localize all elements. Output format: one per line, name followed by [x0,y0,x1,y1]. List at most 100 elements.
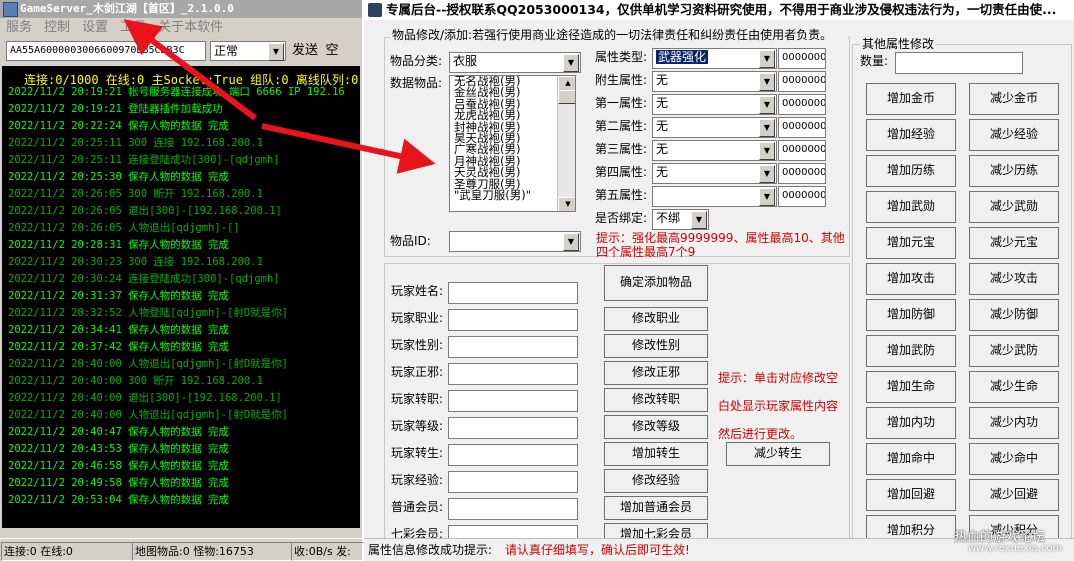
player-modify-button[interactable]: 修改职业 [604,307,708,331]
chevron-down-icon[interactable]: ▼ [759,188,775,206]
log-line: 2022/11/2 20:30:24 连接登陆成功[300]-[qdjgmh] [8,273,280,285]
add-attr-button[interactable]: 增加防御 [866,299,956,331]
confirm-add-item-button[interactable]: 确定添加物品 [604,265,708,301]
sub-attr-button[interactable]: 减少回避 [969,479,1059,511]
player-field-input[interactable] [448,498,578,520]
menu-control[interactable]: 控制 [38,18,76,38]
log-line: 2022/11/2 20:25:11 连接登陆成功[300]-[qdjgmh] [8,154,280,166]
player-field-label: 玩家姓名: [391,284,444,298]
sub-attr-button[interactable]: 减少防御 [969,299,1059,331]
chevron-down-icon[interactable]: ▼ [759,119,775,137]
add-attr-button[interactable]: 增加历练 [866,155,956,187]
quantity-input[interactable] [895,52,1023,74]
player-field-input[interactable] [448,471,578,493]
chevron-down-icon[interactable]: ▼ [759,73,775,91]
attr-select[interactable]: 无 ▼ [652,71,777,92]
menu-about[interactable]: 关于本软件 [152,18,229,38]
add-attr-button[interactable]: 增加内功 [866,407,956,439]
sub-attr-button[interactable]: 减少攻击 [969,263,1059,295]
sub-attr-button[interactable]: 减少生命 [969,371,1059,403]
category-select[interactable]: 衣服 ▼ [449,52,581,73]
scroll-down-icon[interactable]: ▼ [558,197,575,211]
sub-attr-button[interactable]: 减少内功 [969,407,1059,439]
attr-type-select[interactable]: 武器强化 ▼ [652,48,777,69]
player-modify-button[interactable]: 增加转生 [604,442,708,466]
attr-select[interactable]: 无 ▼ [652,94,777,115]
attr-number-input[interactable]: 0000000 [778,117,826,138]
chevron-down-icon[interactable]: ▼ [691,211,707,229]
attr-select[interactable]: ▼ [652,186,777,207]
command-input[interactable]: AA55A6000003006600970BB5CDB3C [6,41,206,61]
add-attr-button[interactable]: 增加攻击 [866,263,956,295]
send-button[interactable]: 发送 [290,40,320,62]
sub-attr-button[interactable]: 减少武勋 [969,191,1059,223]
attr-label: 第四属性: [595,165,648,179]
chevron-down-icon[interactable]: ▼ [759,50,775,68]
add-attr-button[interactable]: 增加武防 [866,335,956,367]
add-attr-button[interactable]: 增加回避 [866,479,956,511]
attr-number-input[interactable]: 0000000 [778,94,826,115]
sub-attr-button[interactable]: 减少命中 [969,443,1059,475]
watermark-url: www.rexuexia.com [968,543,1063,554]
chevron-down-icon[interactable]: ▼ [759,96,775,114]
add-attr-button[interactable]: 增加命中 [866,443,956,475]
sub-attr-button[interactable]: 减少历练 [969,155,1059,187]
player-field-input[interactable] [448,417,578,439]
chevron-down-icon[interactable]: ▼ [759,142,775,160]
chevron-down-icon[interactable]: ▼ [563,233,579,251]
sub-attr-button[interactable]: 减少经验 [969,119,1059,151]
app-icon [3,2,18,17]
log-line: 2022/11/2 20:19:21 帐号服务器连接成功 端口 6666 IP … [8,86,345,98]
add-attr-button[interactable]: 增加元宝 [866,227,956,259]
log-line: 2022/11/2 20:53:04 保存人物的数据 完成 [8,494,229,506]
player-modify-button[interactable]: 修改转职 [604,388,708,412]
add-attr-button[interactable]: 增加生命 [866,371,956,403]
status-message: 请认真仔细填写，确认后即可生效! [505,543,690,557]
sub-attr-button[interactable]: 减少元宝 [969,227,1059,259]
attr-type-label: 属性类型: [595,50,648,64]
player-modify-button[interactable]: 修改性别 [604,334,708,358]
item-listbox[interactable]: 无名战袍(男) 金丝战袍(男) 吕蚕战袍(男) 龙虎战袍(男) 封神战袍(男) 昊天战袍(… [449,75,576,212]
menu-settings[interactable]: 设置 [76,18,114,38]
attr-number-input[interactable]: 0000000 [778,163,826,184]
log-line: 2022/11/2 20:43:53 保存人物的数据 完成 [8,443,229,455]
player-modify-button[interactable]: 增加普通会员 [604,496,708,520]
player-field-input[interactable] [448,363,578,385]
add-attr-button[interactable]: 增加经验 [866,119,956,151]
menu-service[interactable]: 服务 [0,18,38,38]
reduce-rebirth-button[interactable]: 减少转生 [726,442,830,466]
player-modify-button[interactable]: 修改等级 [604,415,708,439]
category-label: 物品分类: [390,54,443,68]
add-attr-button[interactable]: 增加金币 [866,83,956,115]
admin-app-icon [368,3,382,17]
add-attr-button[interactable]: 增加武勋 [866,191,956,223]
scroll-thumb[interactable] [558,90,575,104]
attr-number-input[interactable]: 0000000 [778,186,826,207]
log-line: 2022/11/2 20:22:24 保存人物的数据 完成 [8,120,229,132]
attr-select[interactable]: 无 ▼ [652,163,777,184]
chevron-down-icon[interactable]: ▼ [268,43,284,61]
player-field-input[interactable] [448,309,578,331]
player-field-input[interactable] [448,444,578,466]
menu-tools[interactable]: 工具 [114,18,152,38]
item-id-select[interactable]: ▼ [449,231,581,252]
mode-select[interactable]: 正常 ▼ [210,41,286,61]
player-field-input[interactable] [448,336,578,358]
attr-number-input[interactable]: 0000000 [778,140,826,161]
chevron-down-icon[interactable]: ▼ [759,165,775,183]
list-scrollbar[interactable]: ▲ ▼ [557,76,575,211]
chevron-down-icon[interactable]: ▼ [563,54,579,72]
status-connections: 连接:0 在线:0 [1,542,133,561]
bind-select[interactable]: 不绑 ▼ [652,209,709,230]
space-button[interactable]: 空 [322,40,342,62]
attr-number-input[interactable]: 0000000 [778,71,826,92]
attr-select[interactable]: 无 ▼ [652,117,777,138]
player-field-input[interactable] [448,390,578,412]
player-field-input[interactable] [448,282,578,304]
sub-attr-button[interactable]: 减少武防 [969,335,1059,367]
sub-attr-button[interactable]: 减少金币 [969,83,1059,115]
player-modify-button[interactable]: 修改经验 [604,469,708,493]
attr-number-input[interactable]: 0000000 [778,48,826,69]
player-modify-button[interactable]: 修改正邪 [604,361,708,385]
attr-select[interactable]: 无 ▼ [652,140,777,161]
